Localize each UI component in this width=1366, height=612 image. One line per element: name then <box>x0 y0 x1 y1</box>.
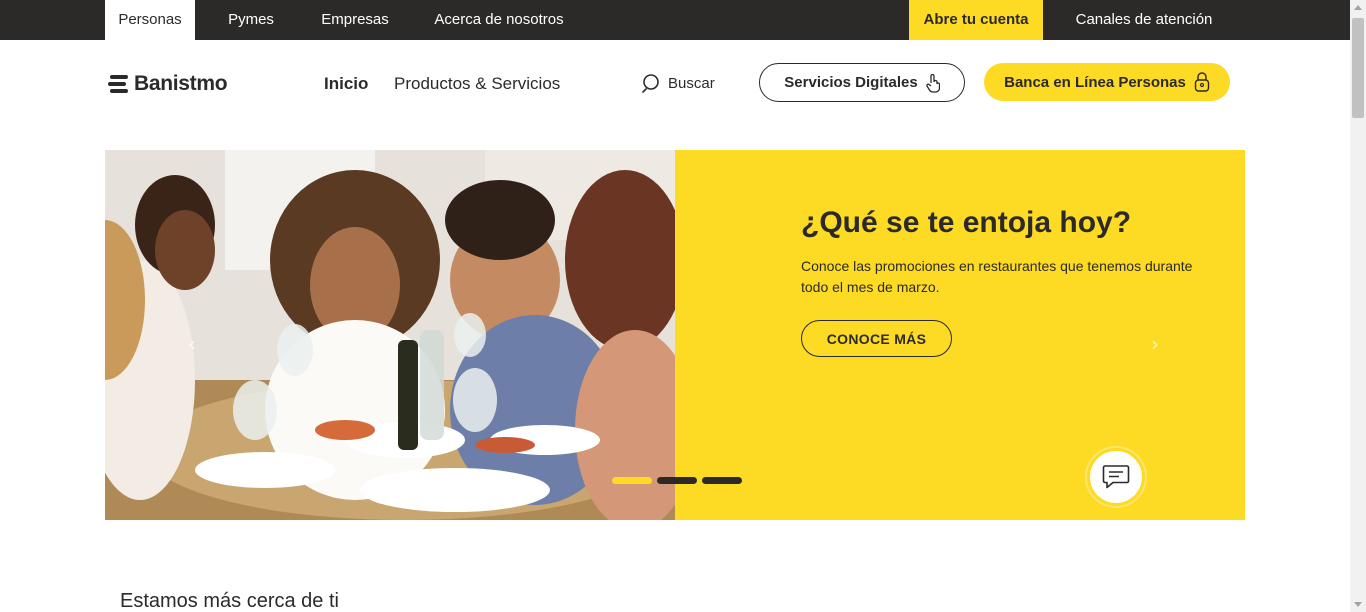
top-navigation-bar: Personas Pymes Empresas Acerca de nosotr… <box>0 0 1350 40</box>
nav-productos-servicios[interactable]: Productos & Servicios <box>394 74 560 94</box>
page: Personas Pymes Empresas Acerca de nosotr… <box>0 0 1366 612</box>
conoce-mas-button[interactable]: CONOCE MÁS <box>801 320 952 357</box>
touch-hand-icon <box>926 73 940 93</box>
carousel-indicators <box>612 477 742 484</box>
chat-button[interactable] <box>1087 448 1145 506</box>
carousel-dot-2[interactable] <box>657 477 697 484</box>
page-scrollbar[interactable] <box>1350 0 1366 612</box>
carousel-dot-3[interactable] <box>702 477 742 484</box>
online-banking-button[interactable]: Banca en Línea Personas <box>984 63 1230 101</box>
section-heading: Estamos más cerca de ti <box>120 590 339 612</box>
contact-channels-link[interactable]: Canales de atención <box>1060 0 1228 40</box>
scroll-down-arrow-icon[interactable] <box>1354 602 1362 607</box>
chat-icon <box>1102 465 1130 489</box>
banistmo-logo-icon <box>108 75 128 93</box>
hero-carousel: ‹ ¿Qué se te entoja hoy? Conoce las prom… <box>105 150 1245 520</box>
carousel-prev-arrow[interactable]: ‹ <box>188 332 196 356</box>
hero-title: ¿Qué se te entoja hoy? <box>801 206 1132 239</box>
search-button[interactable]: Buscar <box>642 72 715 94</box>
logo-text: Banistmo <box>134 72 228 95</box>
banistmo-logo[interactable]: Banistmo <box>108 70 228 98</box>
search-icon <box>642 74 659 93</box>
nav-inicio[interactable]: Inicio <box>324 74 368 94</box>
tab-personas[interactable]: Personas <box>105 0 195 40</box>
padlock-icon <box>1194 72 1210 92</box>
scroll-up-arrow-icon[interactable] <box>1354 5 1362 10</box>
digital-services-button[interactable]: Servicios Digitales <box>759 63 965 102</box>
open-account-link[interactable]: Abre tu cuenta <box>909 0 1043 40</box>
tab-acerca-de-nosotros[interactable]: Acerca de nosotros <box>420 0 578 40</box>
online-banking-label: Banca en Línea Personas <box>1004 73 1186 91</box>
scrollbar-thumb[interactable] <box>1352 18 1364 118</box>
hero-description: Conoce las promociones en restaurantes q… <box>801 258 1193 295</box>
hero-photo-friends-dining: ‹ <box>105 150 675 520</box>
tab-empresas[interactable]: Empresas <box>306 0 404 40</box>
digital-services-label: Servicios Digitales <box>784 74 918 91</box>
tab-pymes[interactable]: Pymes <box>212 0 290 40</box>
hero-promo-panel: ¿Qué se te entoja hoy? Conoce las promoc… <box>675 150 1245 520</box>
carousel-dot-1[interactable] <box>612 477 652 484</box>
search-label: Buscar <box>668 74 715 92</box>
carousel-next-arrow[interactable]: › <box>1151 332 1159 356</box>
